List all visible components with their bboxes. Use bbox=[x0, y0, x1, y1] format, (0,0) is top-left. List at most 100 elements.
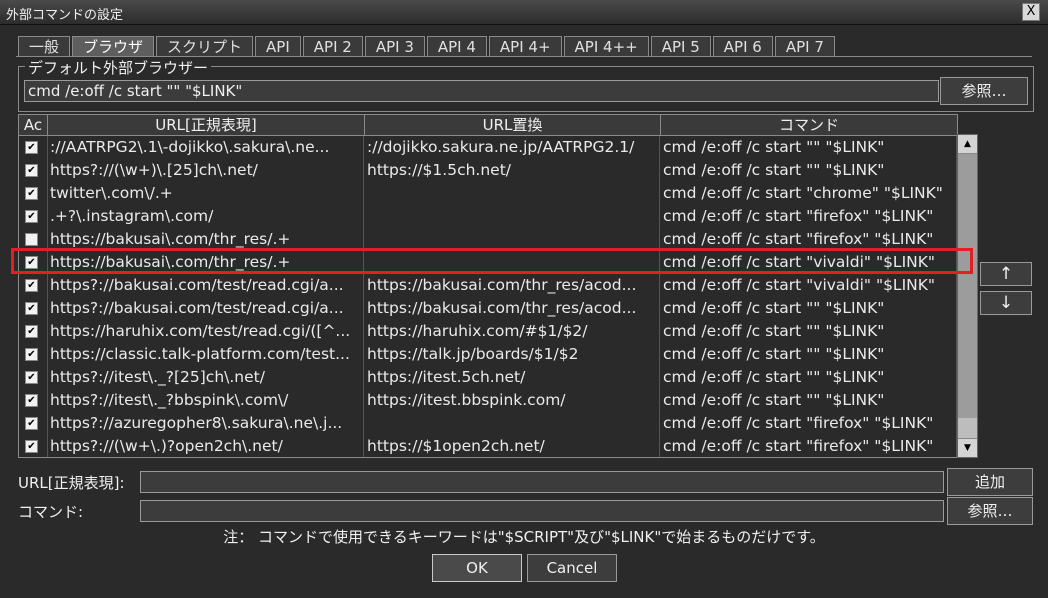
command-input[interactable] bbox=[140, 500, 944, 522]
checkbox-checked-icon[interactable]: ✔ bbox=[25, 348, 38, 361]
active-cell[interactable]: ✔ bbox=[19, 182, 48, 205]
url-regex-label: URL[正規表現]: bbox=[18, 474, 125, 492]
browse-command-button[interactable]: 参照… bbox=[947, 497, 1033, 525]
add-button[interactable]: 追加 bbox=[947, 468, 1033, 496]
scroll-thumb[interactable] bbox=[958, 154, 977, 418]
active-cell[interactable]: ✔ bbox=[19, 435, 48, 457]
command-cell: cmd /e:off /c start "" "$LINK" bbox=[663, 136, 957, 159]
move-up-button[interactable]: ↑ bbox=[980, 262, 1032, 286]
default-browser-label: デフォルト外部ブラウザー bbox=[25, 57, 212, 78]
command-cell: cmd /e:off /c start "" "$LINK" bbox=[663, 343, 957, 366]
active-cell[interactable]: ✔ bbox=[19, 159, 48, 182]
table-row[interactable]: ✔ https://classic.talk-platform.com/test.… bbox=[19, 343, 957, 366]
command-label: コマンド: bbox=[18, 503, 84, 521]
table-row[interactable]: ✔ .+?\.instagram\.com/cmd /e:off /c start… bbox=[19, 205, 957, 228]
url-regex-input[interactable] bbox=[140, 471, 944, 493]
command-cell: cmd /e:off /c start "" "$LINK" bbox=[663, 366, 957, 389]
browse-browser-button[interactable]: 参照… bbox=[940, 77, 1028, 105]
table-scrollbar[interactable]: ▲ ▼ bbox=[957, 134, 978, 458]
table-row[interactable]: ✔ https://haruhix.com/test/read.cgi/([^..… bbox=[19, 320, 957, 343]
tab-3[interactable]: API bbox=[255, 36, 301, 57]
url-replace-cell: https://itest.5ch.net/ bbox=[367, 366, 660, 389]
url-replace-cell bbox=[367, 182, 660, 205]
url-replace-cell: https://talk.jp/boards/$1/$2 bbox=[367, 343, 660, 366]
active-cell[interactable]: ✔ bbox=[19, 343, 48, 366]
table-row[interactable]: ✔://AATRPG2\.1\-dojikko\.sakura\.ne...:/… bbox=[19, 136, 957, 159]
checkbox-checked-icon[interactable]: ✔ bbox=[25, 417, 38, 430]
command-cell: cmd /e:off /c start "" "$LINK" bbox=[663, 159, 957, 182]
tab-0[interactable]: 一般 bbox=[18, 36, 71, 57]
url-regex-cell: https?://bakusai.com/test/read.cgi/a... bbox=[50, 274, 364, 297]
tab-9[interactable]: API 5 bbox=[650, 36, 711, 57]
tab-bar: 一般 ブラウザ スクリプト API API 2 API 3 API 4 API 4+ API 4… bbox=[18, 36, 837, 58]
tab-1[interactable]: ブラウザ bbox=[72, 36, 155, 57]
url-regex-cell: https?://itest\._?[25]ch\.net/ bbox=[50, 366, 364, 389]
checkbox-checked-icon[interactable]: ✔ bbox=[25, 325, 38, 338]
checkbox-checked-icon[interactable]: ✔ bbox=[25, 164, 38, 177]
checkbox-checked-icon[interactable]: ✔ bbox=[25, 141, 38, 154]
table-row[interactable]: ✔ https?://bakusai.com/test/read.cgi/a...… bbox=[19, 274, 957, 297]
active-cell[interactable]: ✔ bbox=[19, 297, 48, 320]
url-regex-cell: https://classic.talk-platform.com/test..… bbox=[50, 343, 364, 366]
checkbox-checked-icon[interactable]: ✔ bbox=[25, 302, 38, 315]
active-cell[interactable]: ✔ bbox=[19, 320, 48, 343]
selected-row-highlight bbox=[11, 248, 973, 274]
checkbox-checked-icon[interactable]: ✔ bbox=[25, 440, 38, 453]
tab-11[interactable]: API 7 bbox=[774, 36, 835, 57]
url-regex-cell: https?://(\w+)\.[25]ch\.net/ bbox=[50, 159, 364, 182]
scroll-up-icon[interactable]: ▲ bbox=[958, 135, 977, 154]
close-button[interactable]: X bbox=[1022, 3, 1040, 21]
command-cell: cmd /e:off /c start "firefox" "$LINK" bbox=[663, 435, 957, 457]
active-cell[interactable]: ✔ bbox=[19, 412, 48, 435]
tab-7[interactable]: API 4+ bbox=[488, 36, 562, 57]
column-header-command[interactable]: コマンド bbox=[661, 115, 957, 136]
cancel-button[interactable]: Cancel bbox=[527, 554, 617, 582]
table-row[interactable]: ✔ https?://bakusai.com/test/read.cgi/a...… bbox=[19, 297, 957, 320]
active-cell[interactable]: ✔ bbox=[19, 136, 48, 159]
command-cell: cmd /e:off /c start "" "$LINK" bbox=[663, 297, 957, 320]
url-regex-cell: https?://itest\._?bbspink\.com\/ bbox=[50, 389, 364, 412]
scroll-down-icon[interactable]: ▼ bbox=[958, 438, 977, 457]
column-header-active[interactable]: Ac bbox=[19, 115, 48, 136]
url-regex-cell: https://haruhix.com/test/read.cgi/([^... bbox=[50, 320, 364, 343]
column-header-replace[interactable]: URL置換 bbox=[365, 115, 661, 136]
active-cell[interactable]: ✔ bbox=[19, 274, 48, 297]
tab-2[interactable]: スクリプト bbox=[156, 36, 254, 57]
checkbox-checked-icon[interactable]: ✔ bbox=[25, 394, 38, 407]
checkbox-unchecked-icon[interactable] bbox=[25, 233, 38, 246]
table-row[interactable]: ✔ https?://azuregopher8\.sakura\.ne\.j...… bbox=[19, 412, 957, 435]
url-replace-cell bbox=[367, 412, 660, 435]
default-browser-input[interactable]: cmd /e:off /c start "" "$LINK" bbox=[24, 80, 939, 102]
table-row[interactable]: ✔ twitter\.com\/.+ cmd /e:off /c start "ch… bbox=[19, 182, 957, 205]
tab-5[interactable]: API 3 bbox=[364, 36, 425, 57]
column-header-url[interactable]: URL[正規表現] bbox=[48, 115, 365, 136]
url-replace-cell bbox=[367, 205, 660, 228]
move-down-button[interactable]: ↓ bbox=[980, 291, 1032, 315]
table-row[interactable]: ✔ https?://itest\._?[25]ch\.net/https://i… bbox=[19, 366, 957, 389]
url-replace-cell: https://bakusai.com/thr_res/acod... bbox=[367, 274, 660, 297]
checkbox-checked-icon[interactable]: ✔ bbox=[25, 187, 38, 200]
url-replace-cell: https://haruhix.com/#$1/$2/ bbox=[367, 320, 660, 343]
tab-4[interactable]: API 2 bbox=[302, 36, 363, 57]
url-regex-cell: ://AATRPG2\.1\-dojikko\.sakura\.ne... bbox=[50, 136, 364, 159]
tab-10[interactable]: API 6 bbox=[712, 36, 773, 57]
table-row[interactable]: ✔ https?://(\w+)\.[25]ch\.net/https://$1.… bbox=[19, 159, 957, 182]
url-rules-table[interactable]: Ac URL[正規表現] URL置換 コマンド ✔ ://AATRPG2\.1\-… bbox=[18, 114, 958, 458]
command-cell: cmd /e:off /c start "firefox" "$LINK" bbox=[663, 412, 957, 435]
checkbox-checked-icon[interactable]: ✔ bbox=[25, 371, 38, 384]
tab-6[interactable]: API 4 bbox=[426, 36, 487, 57]
url-regex-cell: https?://(\w+\.)?open2ch\.net/ bbox=[50, 435, 364, 457]
active-cell[interactable]: ✔ bbox=[19, 389, 48, 412]
table-row[interactable]: ✔ https?://itest\._?bbspink\.com\/https:/… bbox=[19, 389, 957, 412]
command-cell: cmd /e:off /c start "" "$LINK" bbox=[663, 389, 957, 412]
checkbox-checked-icon[interactable]: ✔ bbox=[25, 279, 38, 292]
command-cell: cmd /e:off /c start "vivaldi" "$LINK" bbox=[663, 274, 957, 297]
active-cell[interactable]: ✔ bbox=[19, 366, 48, 389]
ok-button[interactable]: OK bbox=[432, 554, 522, 582]
tab-8[interactable]: API 4++ bbox=[563, 36, 649, 57]
checkbox-checked-icon[interactable]: ✔ bbox=[25, 210, 38, 223]
table-row[interactable]: ✔ https?://(\w+\.)?open2ch\.net/https://$… bbox=[19, 435, 957, 457]
url-replace-cell: https://$1.5ch.net/ bbox=[367, 159, 660, 182]
active-cell[interactable]: ✔ bbox=[19, 205, 48, 228]
command-cell: cmd /e:off /c start "" "$LINK" bbox=[663, 320, 957, 343]
